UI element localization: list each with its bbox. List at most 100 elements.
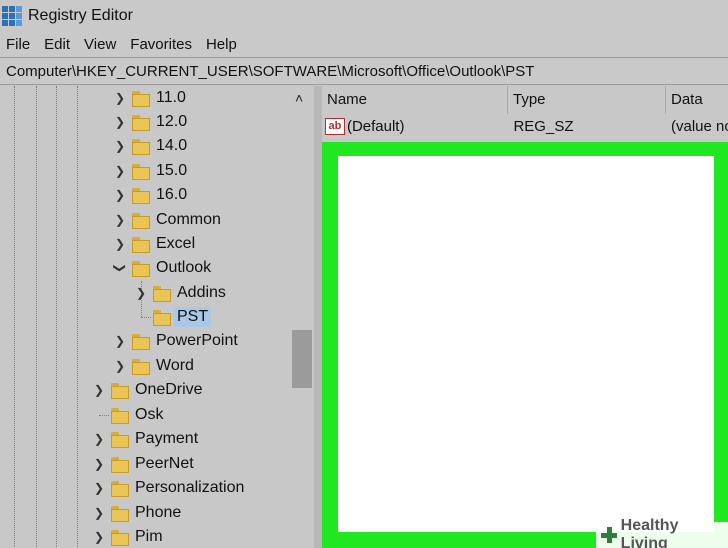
registry-editor-icon [2, 5, 22, 26]
address-bar[interactable]: Computer\HKEY_CURRENT_USER\SOFTWARE\Micr… [0, 57, 728, 85]
title-bar: Registry Editor [0, 0, 728, 31]
chevron-right-icon[interactable]: ❯ [113, 115, 127, 129]
tree-node-label: 16.0 [156, 186, 188, 203]
chevron-down-icon[interactable]: ❯ [113, 261, 127, 275]
chevron-right-icon[interactable]: ❯ [113, 334, 127, 348]
tree-node-outlook[interactable]: ❯ Outlook [113, 256, 211, 280]
tree-node-label: Addins [177, 284, 226, 301]
tree-node-common[interactable]: ❯ Common [113, 208, 221, 232]
values-pane[interactable]: Name Type Data ab (Default) REG_SZ (valu… [322, 86, 728, 548]
value-row[interactable]: ab (Default) REG_SZ (value no [322, 114, 728, 138]
folder-icon [111, 408, 129, 424]
folder-icon [132, 91, 150, 107]
folder-icon [111, 432, 129, 448]
tree-node-label: 11.0 [156, 89, 186, 106]
scrollbar-thumb[interactable] [292, 330, 312, 388]
tree-node-label: Phone [135, 504, 182, 521]
tree-node-12-0[interactable]: ❯ 12.0 [113, 110, 187, 134]
folder-icon [132, 261, 150, 277]
chevron-right-icon[interactable]: ❯ [92, 457, 106, 471]
chevron-right-icon[interactable]: ❯ [92, 481, 106, 495]
folder-icon [132, 115, 150, 131]
tree-node-11-0[interactable]: ❯ 11.0 [113, 86, 186, 110]
folder-icon [132, 188, 150, 204]
address-path[interactable]: Computer\HKEY_CURRENT_USER\SOFTWARE\Micr… [6, 63, 534, 80]
value-type: REG_SZ [513, 117, 574, 135]
tree-node-phone[interactable]: ❯ Phone [92, 501, 181, 525]
chevron-right-icon[interactable]: ❯ [113, 237, 127, 251]
tree-node-label: PeerNet [135, 455, 194, 472]
folder-icon [132, 139, 150, 155]
folder-icon [111, 481, 129, 497]
tree-node-label: Pim [135, 528, 163, 545]
tree-node-14-0[interactable]: ❯ 14.0 [113, 134, 187, 158]
chevron-right-icon[interactable]: ❯ [113, 164, 127, 178]
tree-node-peernet[interactable]: ❯ PeerNet [92, 452, 194, 476]
menu-favorites[interactable]: Favorites [130, 36, 192, 53]
tree-node-16-0[interactable]: ❯ 16.0 [113, 183, 187, 207]
tree-node-pim[interactable]: ❯ Pim [92, 525, 163, 548]
column-header-data[interactable]: Data [666, 86, 728, 114]
tree-node-personalization[interactable]: ❯ Personalization [92, 476, 244, 500]
tree-node-label: Payment [135, 430, 199, 447]
watermark-text: Healthy Living [620, 517, 679, 548]
tree-node-label: Common [156, 211, 221, 228]
chevron-up-icon[interactable]: ˄ [295, 90, 303, 106]
folder-icon [153, 310, 171, 326]
chevron-right-icon[interactable]: ❯ [92, 506, 106, 520]
chevron-right-icon[interactable]: ❯ [113, 188, 127, 202]
tree-node-label: PowerPoint [156, 332, 238, 349]
tree-node-label: Outlook [156, 259, 212, 276]
tree-node-word[interactable]: ❯ Word [113, 354, 194, 378]
tree-node-osk[interactable]: Osk [92, 403, 163, 427]
folder-icon [132, 237, 150, 253]
tree-node-pst[interactable]: PST [134, 305, 212, 329]
value-name: (Default) [346, 117, 405, 135]
plus-icon [600, 526, 618, 544]
menu-view[interactable]: View [84, 36, 116, 53]
column-header-name[interactable]: Name [322, 86, 508, 114]
tree-node-label: 14.0 [156, 137, 188, 154]
chevron-right-icon[interactable]: ❯ [92, 383, 106, 397]
tree-guide-line [77, 86, 78, 548]
tree-node-addins[interactable]: ❯ Addins [134, 281, 226, 305]
menu-bar: File Edit View Favorites Help [0, 31, 728, 57]
tree-node-label: Personalization [135, 479, 245, 496]
folder-icon [153, 286, 171, 302]
window-title: Registry Editor [28, 6, 133, 24]
chevron-right-icon[interactable]: ❯ [92, 530, 106, 544]
tree-node-15-0[interactable]: ❯ 15.0 [113, 159, 187, 183]
tree-node-powerpoint[interactable]: ❯ PowerPoint [113, 329, 238, 353]
column-header-type[interactable]: Type [508, 86, 666, 114]
folder-icon [111, 530, 129, 546]
tree-node-label: Word [156, 357, 194, 374]
folder-icon [132, 359, 150, 375]
menu-help[interactable]: Help [206, 36, 237, 53]
chevron-right-icon[interactable]: ❯ [113, 139, 127, 153]
tree-node-payment[interactable]: ❯ Payment [92, 427, 198, 451]
tree-node-onedrive[interactable]: ❯ OneDrive [92, 378, 203, 402]
value-data: (value no [671, 117, 728, 135]
blank-area[interactable] [338, 156, 714, 532]
tree-node-excel[interactable]: ❯ Excel [113, 232, 195, 256]
pane-splitter[interactable] [314, 86, 322, 548]
chevron-right-icon[interactable]: ❯ [113, 213, 127, 227]
string-value-icon: ab [325, 117, 345, 135]
tree-node-label: OneDrive [135, 381, 203, 398]
column-headers: Name Type Data [322, 86, 728, 114]
folder-icon [132, 213, 150, 229]
tree-node-label: Excel [156, 235, 196, 252]
chevron-right-icon[interactable]: ❯ [113, 91, 127, 105]
tree-guide-line [36, 86, 37, 548]
menu-edit[interactable]: Edit [44, 36, 70, 53]
chevron-right-icon[interactable]: ❯ [113, 359, 127, 373]
tree-scrollbar[interactable]: ˄ [290, 86, 314, 548]
chevron-right-icon[interactable]: ❯ [134, 286, 148, 300]
tree-node-label: Osk [135, 406, 164, 423]
menu-file[interactable]: File [6, 36, 30, 53]
tree-node-label-selected: PST [174, 307, 212, 327]
folder-icon [132, 164, 150, 180]
key-tree-pane[interactable]: ❯ 11.0 ❯ 12.0 ❯ 14.0 ❯ 15.0 ❯ 16.0 ❯ Com… [0, 86, 314, 548]
chevron-right-icon[interactable]: ❯ [92, 432, 106, 446]
tree-node-label: 15.0 [156, 162, 188, 179]
